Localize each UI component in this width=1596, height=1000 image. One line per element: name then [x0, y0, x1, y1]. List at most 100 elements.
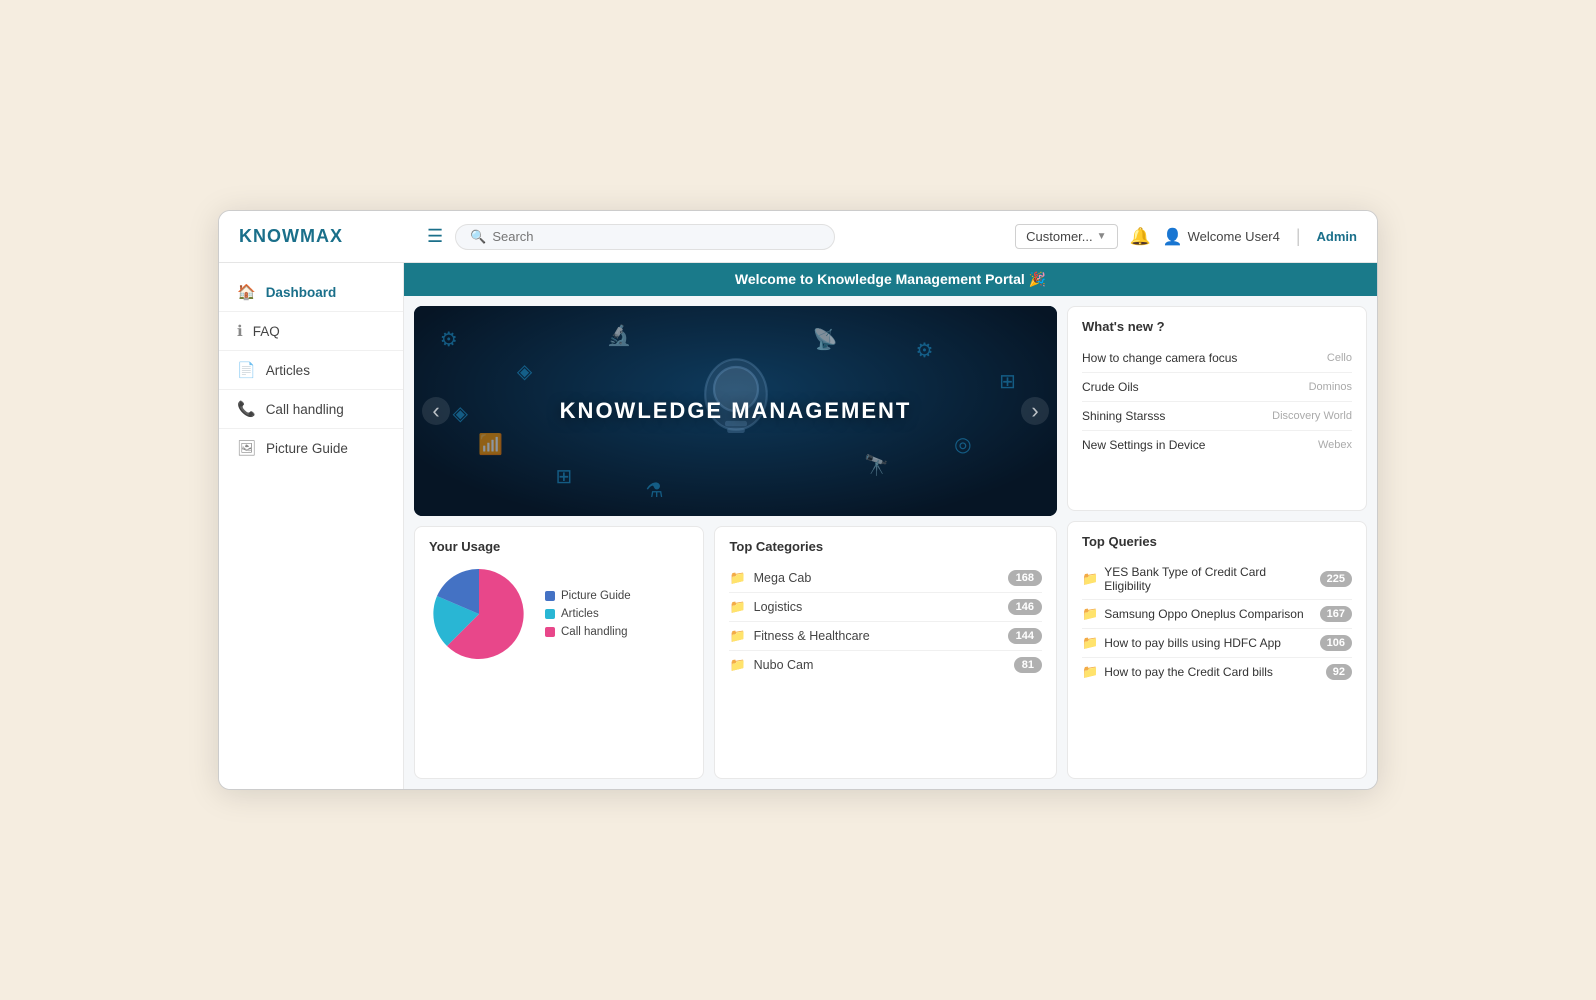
admin-label: Admin — [1317, 229, 1357, 244]
query-left-0: 📁 YES Bank Type of Credit Card Eligibili… — [1082, 565, 1314, 593]
header: KNOWMAX ☰ 🔍 Customer... ▼ 🔔 👤 Welcome Us… — [219, 211, 1377, 263]
whats-new-source-1: Dominos — [1309, 381, 1352, 393]
query-folder-icon-3: 📁 — [1082, 664, 1098, 680]
category-row-1[interactable]: 📁 Logistics 146 — [729, 593, 1042, 622]
whats-new-row-2[interactable]: Shining Starsss Discovery World — [1082, 402, 1352, 431]
whats-new-source-3: Webex — [1318, 439, 1352, 451]
usage-legend: Picture Guide Articles Call handling — [545, 590, 631, 638]
legend-label-call-handling: Call handling — [561, 626, 628, 638]
content-area: ⚙ 📶 ◈ ⊞ 🔬 ⚗ 📡 🔭 ⚙ ◎ ⊞ ◈ — [404, 296, 1377, 789]
legend-dot-articles — [545, 609, 555, 619]
category-left-3: 📁 Nubo Cam — [729, 657, 813, 673]
query-row-1[interactable]: 📁 Samsung Oppo Oneplus Comparison 167 — [1082, 600, 1352, 629]
query-row-3[interactable]: 📁 How to pay the Credit Card bills 92 — [1082, 658, 1352, 686]
whats-new-row-3[interactable]: New Settings in Device Webex — [1082, 431, 1352, 459]
bell-icon[interactable]: 🔔 — [1130, 227, 1151, 247]
welcome-text: Welcome User4 — [1188, 229, 1280, 244]
hero-next-button[interactable]: › — [1021, 397, 1049, 425]
folder-icon-0: 📁 — [729, 570, 745, 586]
whats-new-card: What's new ? How to change camera focus … — [1067, 306, 1367, 511]
category-badge-2: 144 — [1008, 628, 1042, 644]
sidebar-item-call-handling[interactable]: 📞 Call handling — [219, 390, 403, 429]
hero-title: KNOWLEDGE MANAGEMENT — [560, 398, 912, 424]
phone-icon: 📞 — [237, 400, 256, 418]
query-badge-0: 225 — [1320, 571, 1352, 587]
query-text-1: Samsung Oppo Oneplus Comparison — [1104, 607, 1303, 621]
whats-new-item-1: Crude Oils — [1082, 380, 1139, 394]
whats-new-row-1[interactable]: Crude Oils Dominos — [1082, 373, 1352, 402]
pie-chart — [429, 564, 529, 664]
welcome-banner: Welcome to Knowledge Management Portal 🎉 — [404, 263, 1377, 296]
sidebar-label-call-handling: Call handling — [266, 402, 344, 417]
category-left-2: 📁 Fitness & Healthcare — [729, 628, 869, 644]
chevron-down-icon: ▼ — [1097, 231, 1107, 242]
query-folder-icon-1: 📁 — [1082, 606, 1098, 622]
legend-item-picture-guide: Picture Guide — [545, 590, 631, 602]
top-categories-card: Top Categories 📁 Mega Cab 168 📁 — [714, 526, 1057, 779]
legend-dot-call-handling — [545, 627, 555, 637]
sidebar-item-dashboard[interactable]: 🏠 Dashboard — [219, 273, 403, 312]
user-info: 👤 Welcome User4 — [1163, 227, 1280, 247]
query-left-1: 📁 Samsung Oppo Oneplus Comparison — [1082, 606, 1314, 622]
whats-new-title: What's new ? — [1082, 319, 1352, 334]
usage-card: Your Usage — [414, 526, 704, 779]
info-icon: ℹ — [237, 322, 243, 340]
sidebar-label-dashboard: Dashboard — [266, 285, 337, 300]
hero-prev-button[interactable]: ‹ — [422, 397, 450, 425]
query-badge-1: 167 — [1320, 606, 1352, 622]
top-queries-title: Top Queries — [1082, 534, 1352, 549]
query-badge-2: 106 — [1320, 635, 1352, 651]
query-text-2: How to pay bills using HDFC App — [1104, 636, 1281, 650]
left-panel: ⚙ 📶 ◈ ⊞ 🔬 ⚗ 📡 🔭 ⚙ ◎ ⊞ ◈ — [414, 306, 1057, 779]
home-icon: 🏠 — [237, 283, 256, 301]
category-row-0[interactable]: 📁 Mega Cab 168 — [729, 564, 1042, 593]
body: 🏠 Dashboard ℹ FAQ 📄 Articles 📞 Call hand… — [219, 263, 1377, 789]
legend-item-articles: Articles — [545, 608, 631, 620]
search-bar[interactable]: 🔍 — [455, 224, 835, 250]
whats-new-source-2: Discovery World — [1272, 410, 1352, 422]
folder-icon-3: 📁 — [729, 657, 745, 673]
category-badge-3: 81 — [1014, 657, 1042, 673]
category-badge-1: 146 — [1008, 599, 1042, 615]
category-left-1: 📁 Logistics — [729, 599, 802, 615]
query-text-0: YES Bank Type of Credit Card Eligibility — [1104, 565, 1313, 593]
bottom-row: Your Usage — [414, 526, 1057, 779]
customer-dropdown[interactable]: Customer... ▼ — [1015, 224, 1117, 249]
header-right: Customer... ▼ 🔔 👤 Welcome User4 | Admin — [1015, 224, 1357, 249]
category-row-2[interactable]: 📁 Fitness & Healthcare 144 — [729, 622, 1042, 651]
sidebar-label-articles: Articles — [266, 363, 310, 378]
category-badge-0: 168 — [1008, 570, 1042, 586]
whats-new-item-2: Shining Starsss — [1082, 409, 1165, 423]
user-avatar-icon: 👤 — [1163, 227, 1183, 247]
folder-icon-1: 📁 — [729, 599, 745, 615]
sidebar-item-articles[interactable]: 📄 Articles — [219, 351, 403, 390]
query-folder-icon-2: 📁 — [1082, 635, 1098, 651]
whats-new-item-3: New Settings in Device — [1082, 438, 1205, 452]
top-categories-title: Top Categories — [729, 539, 1042, 554]
whats-new-row-0[interactable]: How to change camera focus Cello — [1082, 344, 1352, 373]
legend-dot-picture-guide — [545, 591, 555, 601]
legend-label-articles: Articles — [561, 608, 599, 620]
picture-icon: 🖼 — [237, 439, 256, 457]
sidebar-item-picture-guide[interactable]: 🖼 Picture Guide — [219, 429, 403, 467]
sidebar-item-faq[interactable]: ℹ FAQ — [219, 312, 403, 351]
query-text-3: How to pay the Credit Card bills — [1104, 665, 1273, 679]
query-folder-icon-0: 📁 — [1082, 571, 1098, 587]
search-icon: 🔍 — [470, 229, 486, 245]
sidebar-label-faq: FAQ — [253, 324, 280, 339]
sidebar: 🏠 Dashboard ℹ FAQ 📄 Articles 📞 Call hand… — [219, 263, 404, 789]
query-row-0[interactable]: 📁 YES Bank Type of Credit Card Eligibili… — [1082, 559, 1352, 600]
category-name-2: Fitness & Healthcare — [754, 629, 870, 643]
search-input[interactable] — [492, 229, 820, 244]
usage-chart-area: Picture Guide Articles Call handling — [429, 564, 689, 664]
category-row-3[interactable]: 📁 Nubo Cam 81 — [729, 651, 1042, 679]
menu-icon[interactable]: ☰ — [427, 226, 443, 247]
query-left-2: 📁 How to pay bills using HDFC App — [1082, 635, 1314, 651]
category-left-0: 📁 Mega Cab — [729, 570, 811, 586]
whats-new-item-0: How to change camera focus — [1082, 351, 1237, 365]
articles-icon: 📄 — [237, 361, 256, 379]
query-left-3: 📁 How to pay the Credit Card bills — [1082, 664, 1320, 680]
main-content: Welcome to Knowledge Management Portal 🎉… — [404, 263, 1377, 789]
query-row-2[interactable]: 📁 How to pay bills using HDFC App 106 — [1082, 629, 1352, 658]
app-window: KNOWMAX ☰ 🔍 Customer... ▼ 🔔 👤 Welcome Us… — [218, 210, 1378, 790]
